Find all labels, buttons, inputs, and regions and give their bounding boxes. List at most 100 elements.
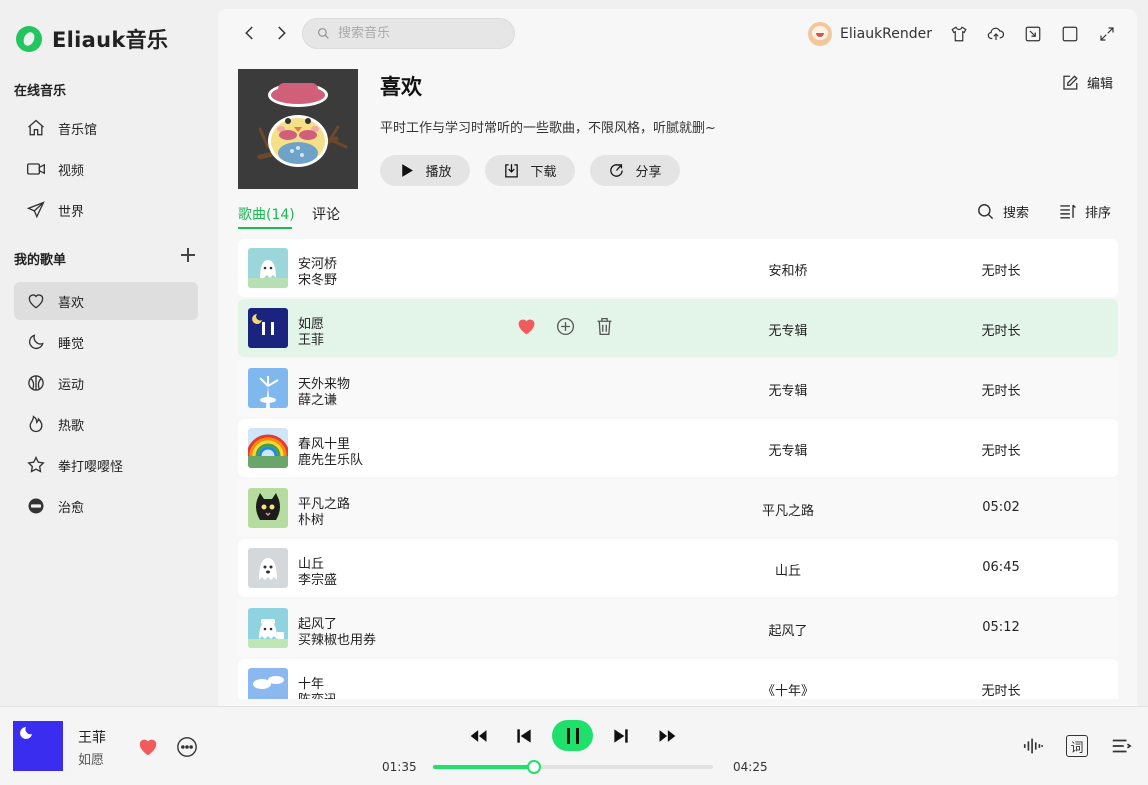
back-button[interactable]: [239, 22, 261, 44]
sidebar-item-label: 音乐馆: [58, 122, 98, 138]
song-artist: 宋冬野: [298, 273, 338, 288]
pause-icon-bar: [575, 727, 579, 744]
rewind-button[interactable]: [468, 726, 490, 746]
sidebar-item-hot-songs[interactable]: 热歌: [14, 405, 198, 443]
sidebar-item-label: 视频: [58, 163, 85, 179]
table-row[interactable]: 安河桥 宋冬野 安和桥 无时长: [238, 239, 1118, 297]
lyrics-button[interactable]: 词: [1066, 735, 1088, 757]
skip-previous-icon: [517, 729, 531, 743]
avatar: [808, 22, 832, 46]
progress-fill: [433, 765, 534, 769]
song-album: 起风了: [768, 624, 808, 639]
download-button[interactable]: 下载: [485, 155, 575, 186]
play-label: 播放: [425, 165, 452, 180]
song-duration: 06:45: [982, 560, 1020, 575]
like-current-button[interactable]: [137, 736, 159, 758]
fast-forward-icon: [659, 730, 676, 742]
fast-forward-button[interactable]: [656, 726, 678, 746]
maximize-button[interactable]: [1059, 23, 1081, 45]
table-row[interactable]: 天外来物 薛之谦 无专辑 无时长: [238, 359, 1118, 417]
song-thumbnail: [248, 548, 288, 588]
song-album: 《十年》: [761, 684, 814, 699]
search-box[interactable]: [302, 18, 515, 49]
heart-filled-icon: [139, 739, 157, 756]
queue-icon: [1112, 739, 1132, 753]
like-button[interactable]: [516, 316, 537, 337]
tab-comments[interactable]: 评论: [312, 204, 340, 224]
sidebar-item-video[interactable]: 视频: [14, 150, 198, 188]
edit-playlist-button[interactable]: 编辑: [1061, 73, 1113, 92]
user-profile[interactable]: EliaukRender: [808, 22, 932, 46]
song-duration: 无时长: [981, 444, 1021, 459]
table-row[interactable]: 起风了 买辣椒也用券 起风了 05:12: [238, 599, 1118, 657]
tab-songs[interactable]: 歌曲(14): [238, 204, 295, 224]
song-list: 安河桥 宋冬野 安和桥 无时长 如愿 王菲 无专辑 无时长 天外来物 薛之谦 无…: [238, 239, 1118, 699]
share-button[interactable]: 分享: [590, 155, 680, 186]
heart-icon: [28, 294, 44, 309]
chevron-right-icon: [278, 26, 286, 40]
song-thumbnail: [248, 428, 288, 468]
search-label: 搜索: [1003, 206, 1030, 221]
online-music-heading: 在线音乐: [14, 84, 67, 99]
table-row[interactable]: 如愿 王菲 无专辑 无时长: [238, 299, 1118, 357]
sidebar: Eliauk音乐 在线音乐 音乐馆 视频 世界 我的歌单 喜欢 睡觉 运动 热歌…: [0, 0, 218, 706]
logo-icon: [16, 26, 42, 52]
now-playing-artist: 王菲: [78, 730, 106, 746]
table-row[interactable]: 平凡之路 朴树 平凡之路 05:02: [238, 479, 1118, 537]
heart-filled-icon: [518, 319, 535, 335]
progress-bar[interactable]: [433, 760, 713, 774]
send-icon: [26, 201, 45, 219]
song-thumbnail: [248, 368, 288, 408]
basketball-icon: [28, 375, 44, 391]
next-track-button[interactable]: [611, 726, 631, 746]
table-row[interactable]: 春风十里 鹿先生乐队 无专辑 无时长: [238, 419, 1118, 477]
search-input[interactable]: [338, 26, 498, 41]
sidebar-item-music-hall[interactable]: 音乐馆: [14, 109, 198, 147]
song-duration: 无时长: [981, 264, 1021, 279]
song-album: 安和桥: [768, 264, 808, 279]
song-thumbnail: [248, 488, 288, 528]
sidebar-item-world[interactable]: 世界: [14, 191, 198, 229]
pause-button[interactable]: [552, 720, 593, 751]
sidebar-item-label: 喜欢: [58, 295, 85, 311]
sidebar-item-healing[interactable]: 治愈: [14, 487, 198, 525]
sort-button[interactable]: 排序: [1058, 202, 1111, 221]
forward-button[interactable]: [270, 22, 292, 44]
plus-circle-icon: [556, 317, 575, 336]
home-icon: [28, 119, 44, 136]
app-logo[interactable]: Eliauk音乐: [16, 24, 168, 54]
waveform-icon: [1023, 738, 1043, 754]
song-duration: 无时长: [981, 324, 1021, 339]
now-playing-title: 如愿: [78, 753, 105, 768]
table-row[interactable]: 十年 陈奕迅 《十年》 无时长: [238, 659, 1118, 699]
download-label: 下载: [530, 165, 557, 180]
sidebar-item-label: 运动: [58, 377, 85, 393]
song-thumbnail: [248, 608, 288, 648]
sidebar-item-sleep[interactable]: 睡觉: [14, 323, 198, 361]
add-playlist-button[interactable]: [180, 247, 196, 263]
now-playing-cover[interactable]: [13, 721, 63, 771]
search-songs-button[interactable]: 搜索: [976, 202, 1029, 221]
sound-effect-button[interactable]: [1021, 735, 1045, 757]
skin-button[interactable]: [948, 23, 970, 45]
fullscreen-button[interactable]: [1096, 23, 1118, 45]
video-icon: [27, 163, 45, 175]
song-album: 无专辑: [768, 324, 808, 339]
previous-track-button[interactable]: [514, 726, 534, 746]
delete-button[interactable]: [594, 316, 615, 337]
mini-mode-button[interactable]: [1022, 23, 1044, 45]
sidebar-item-sports[interactable]: 运动: [14, 364, 198, 402]
playlist-title: 喜欢: [380, 75, 422, 99]
playlist-cover: [238, 69, 358, 189]
upload-button[interactable]: [985, 23, 1007, 45]
play-all-button[interactable]: 播放: [380, 155, 470, 186]
playlist-queue-button[interactable]: [1110, 735, 1132, 757]
sidebar-item-fight-monster[interactable]: 拳打嘤嘤怪: [14, 446, 198, 484]
more-options-button[interactable]: [176, 736, 198, 758]
sidebar-item-favorites[interactable]: 喜欢: [14, 282, 198, 320]
song-artist: 买辣椒也用券: [298, 633, 377, 648]
table-row[interactable]: 山丘 李宗盛 山丘 06:45: [238, 539, 1118, 597]
song-artist: 陈奕迅: [298, 689, 337, 699]
progress-handle[interactable]: [526, 760, 541, 774]
add-to-playlist-button[interactable]: [555, 316, 576, 337]
